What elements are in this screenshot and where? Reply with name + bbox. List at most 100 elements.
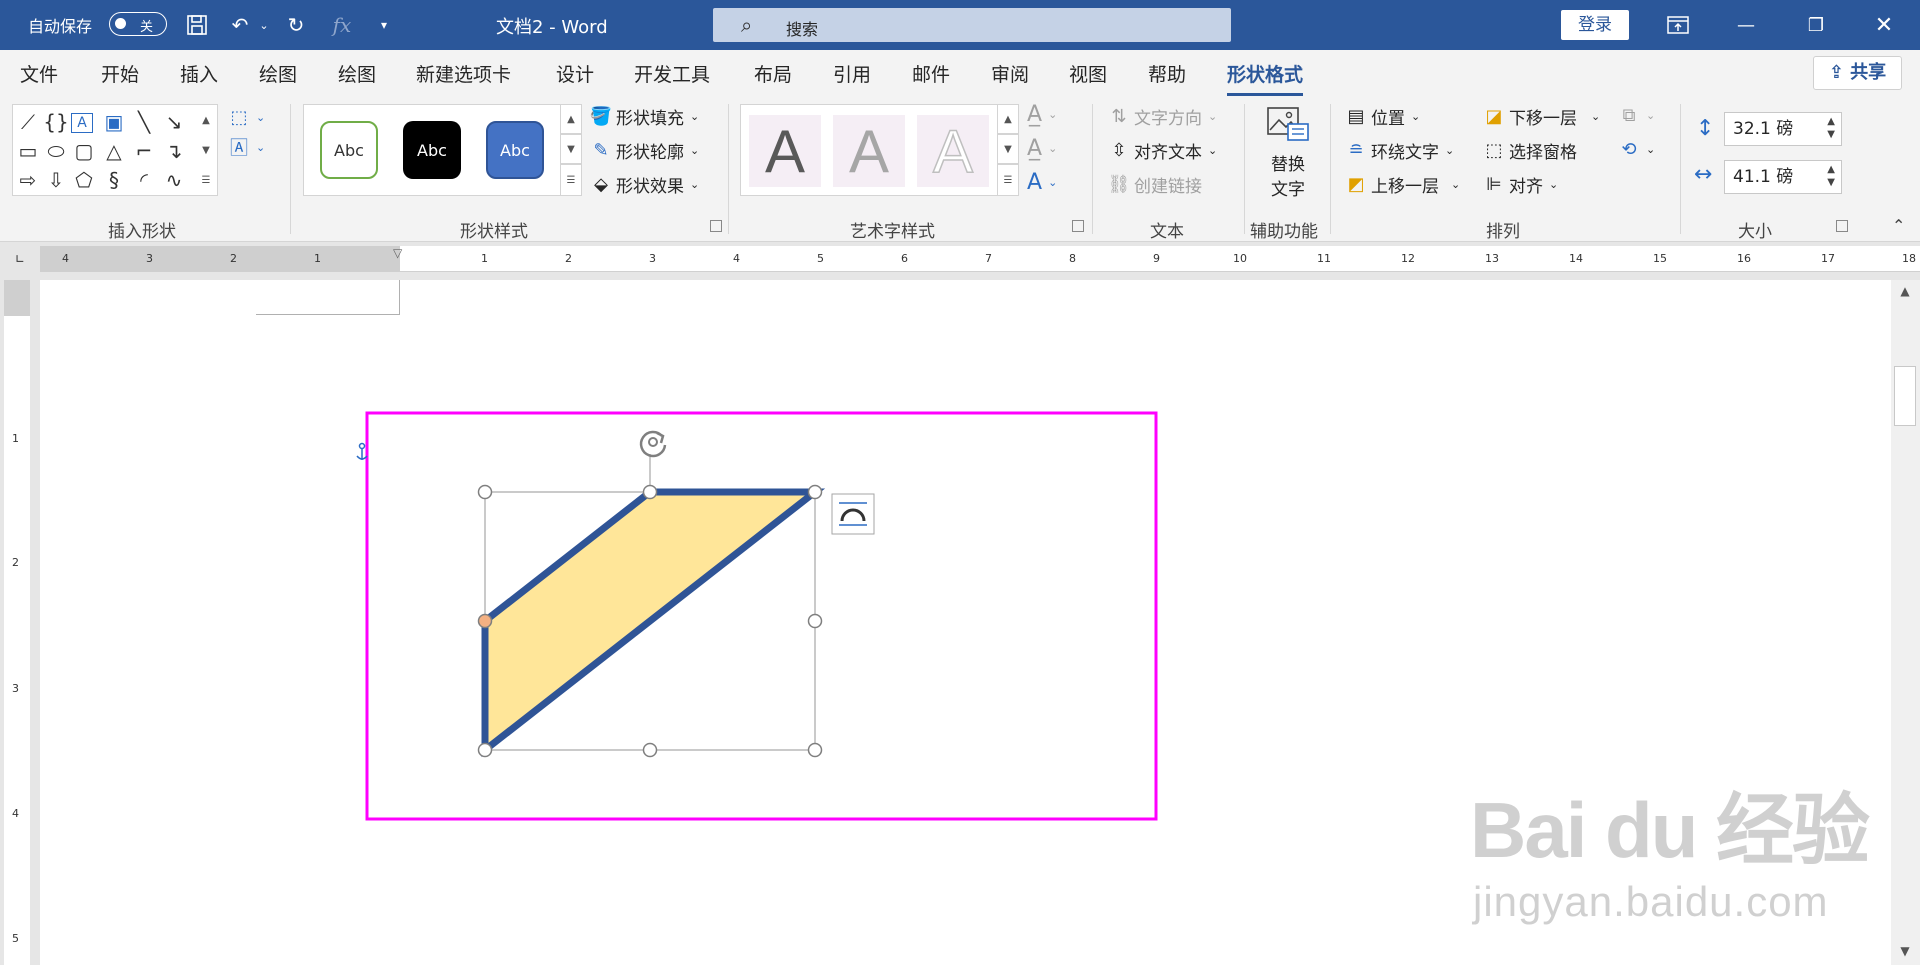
rounded-rect-icon[interactable]: ▢ xyxy=(71,138,97,164)
wordart-preset-2[interactable]: A xyxy=(833,115,905,187)
wordart-more-icon[interactable]: ☰ xyxy=(997,164,1019,196)
align-text-button[interactable]: ⇳ 对齐文本 ⌄ xyxy=(1108,138,1217,163)
style-preset-black[interactable]: Abc xyxy=(403,121,461,179)
style-gallery-up-icon[interactable]: ▲ xyxy=(560,104,582,134)
arc-shape-icon[interactable]: ◜ xyxy=(131,167,157,193)
ruler-number: 2 xyxy=(230,252,237,265)
horizontal-ruler[interactable]: 4 3 2 1 ▽ 1 2 3 4 5 6 7 8 9 10 11 12 13 … xyxy=(40,246,1920,272)
down-arrow-shape-icon[interactable]: ⇩ xyxy=(43,167,69,193)
shape-effects-button[interactable]: ⬙ 形状效果 ⌄ xyxy=(590,172,699,197)
shape-fill-button[interactable]: 🪣 形状填充 ⌄ xyxy=(590,104,699,129)
tab-new[interactable]: 新建选项卡 xyxy=(416,60,511,87)
customize-qat-icon[interactable]: ▾ xyxy=(370,11,398,39)
create-link-button[interactable]: ⛓ 创建链接 xyxy=(1108,172,1202,197)
tab-view[interactable]: 视图 xyxy=(1069,60,1107,87)
shapes-gallery[interactable]: ⟋ {} A ▣ ╲ ↘ ▭ ⬭ ▢ △ ⌐ ↴ ⇨ ⇩ ⬠ § ◜ ∿ ▲ ▼… xyxy=(12,104,218,196)
freeform-shape-icon[interactable]: ⬠ xyxy=(71,167,97,193)
collapse-ribbon-icon[interactable]: ⌃ xyxy=(1892,216,1905,235)
wordart-down-icon[interactable]: ▼ xyxy=(997,134,1019,164)
text-fill-button[interactable]: A̲ ⌄ xyxy=(1027,102,1057,127)
textbox-shape-icon[interactable]: A xyxy=(71,113,93,133)
tab-help[interactable]: 帮助 xyxy=(1148,60,1186,87)
autosave-toggle[interactable]: 关 xyxy=(109,12,167,36)
rotate-button[interactable]: ⟲ ⌄ xyxy=(1618,138,1655,160)
tab-design[interactable]: 设计 xyxy=(556,60,594,87)
style-gallery-more-icon[interactable]: ☰ xyxy=(560,164,582,196)
minimize-icon[interactable]: — xyxy=(1716,0,1776,50)
tab-developer[interactable]: 开发工具 xyxy=(634,60,710,87)
text-effects-button[interactable]: A ⌄ xyxy=(1027,170,1057,195)
wordart-preset-1[interactable]: A xyxy=(749,115,821,187)
draw-textbox-button[interactable]: 🄰 ⌄ xyxy=(228,136,265,159)
share-button[interactable]: ⇪ 共享 xyxy=(1813,56,1902,90)
height-spinner-icon[interactable]: ▲ ▼ xyxy=(1827,115,1835,141)
shape-width-input[interactable]: 41.1 磅 ▲ ▼ xyxy=(1724,160,1842,194)
scroll-down-icon[interactable]: ▼ xyxy=(1895,944,1915,958)
bring-forward-button[interactable]: ◩ 上移一层 ⌄ xyxy=(1345,172,1460,197)
width-spinner-icon[interactable]: ▲ ▼ xyxy=(1827,163,1835,189)
gallery-more-icon[interactable]: ☰ xyxy=(195,167,217,193)
gallery-up-icon[interactable]: ▲ xyxy=(195,107,217,133)
vertical-scrollbar[interactable]: ▲ ▼ xyxy=(1891,280,1920,965)
redo-icon[interactable]: ↻ xyxy=(282,11,310,39)
signin-button[interactable]: 登录 xyxy=(1561,10,1629,40)
alt-text-button[interactable]: 替换 文字 xyxy=(1262,104,1314,208)
ribbon-display-icon[interactable] xyxy=(1648,0,1708,50)
tab-mailings[interactable]: 邮件 xyxy=(912,60,950,87)
save-icon[interactable] xyxy=(183,11,211,39)
tab-home[interactable]: 开始 xyxy=(101,60,139,87)
shape-outline-button[interactable]: ✎ 形状轮廓 ⌄ xyxy=(590,138,699,163)
shape-style-gallery[interactable]: Abc Abc Abc xyxy=(303,104,561,196)
size-launcher-icon[interactable] xyxy=(1836,220,1848,232)
scroll-thumb[interactable] xyxy=(1894,366,1916,426)
send-backward-button[interactable]: ◪ 下移一层 ⌄ xyxy=(1483,104,1600,129)
tab-file[interactable]: 文件 xyxy=(20,60,58,87)
wordart-gallery[interactable]: A A A xyxy=(740,104,1018,196)
tab-shape-format[interactable]: 形状格式 xyxy=(1227,60,1304,96)
line-shape-icon[interactable]: ⟋ xyxy=(15,109,41,135)
elbow-connector-icon[interactable]: ⌐ xyxy=(131,138,157,164)
oval-shape-icon[interactable]: ⬭ xyxy=(43,138,69,164)
straight-line-icon[interactable]: ╲ xyxy=(131,109,157,135)
tab-insert[interactable]: 插入 xyxy=(180,60,218,87)
scribble-shape-icon[interactable]: § xyxy=(101,167,127,193)
position-button[interactable]: ▤ 位置 ⌄ xyxy=(1345,104,1420,129)
group-objects-button[interactable]: ⧉ ⌄ xyxy=(1618,104,1656,126)
align-button[interactable]: ⊫ 对齐 ⌄ xyxy=(1483,172,1558,197)
undo-dropdown-icon[interactable]: ⌄ xyxy=(250,11,278,39)
style-gallery-down-icon[interactable]: ▼ xyxy=(560,134,582,164)
triangle-shape-icon[interactable]: △ xyxy=(101,138,127,164)
shape-styles-launcher-icon[interactable] xyxy=(710,220,722,232)
tab-selector-icon[interactable]: ∟ xyxy=(0,246,40,272)
shape-height-input[interactable]: 32.1 磅 ▲ ▼ xyxy=(1724,112,1842,146)
wordart-up-icon[interactable]: ▲ xyxy=(997,104,1019,134)
rectangle-shape-icon[interactable]: ▭ xyxy=(15,138,41,164)
close-icon[interactable]: ✕ xyxy=(1854,0,1914,50)
tab-draw-2[interactable]: 绘图 xyxy=(338,60,376,87)
vertical-textbox-icon[interactable]: ▣ xyxy=(101,109,127,135)
text-outline-button[interactable]: A̲ ⌄ xyxy=(1027,136,1057,161)
tab-references[interactable]: 引用 xyxy=(833,60,871,87)
wordart-launcher-icon[interactable] xyxy=(1072,220,1084,232)
elbow-arrow-icon[interactable]: ↴ xyxy=(161,138,187,164)
edit-shape-button[interactable]: ⬚ ⌄ xyxy=(228,106,265,128)
tab-layout[interactable]: 布局 xyxy=(754,60,792,87)
arrow-line-icon[interactable]: ↘ xyxy=(161,109,187,135)
restore-icon[interactable]: ❐ xyxy=(1786,0,1846,50)
wrap-text-button[interactable]: ≘ 环绕文字 ⌄ xyxy=(1345,138,1454,163)
selection-pane-button[interactable]: ⬚ 选择窗格 xyxy=(1483,138,1577,163)
curve-shape-icon[interactable]: ∿ xyxy=(161,167,187,193)
search-box[interactable]: ⌕ 搜索 xyxy=(713,8,1231,42)
scroll-up-icon[interactable]: ▲ xyxy=(1895,284,1915,298)
style-preset-blue[interactable]: Abc xyxy=(486,121,544,179)
tab-draw[interactable]: 绘图 xyxy=(259,60,297,87)
tab-review[interactable]: 审阅 xyxy=(991,60,1029,87)
wordart-preset-3[interactable]: A xyxy=(917,115,989,187)
vertical-ruler[interactable]: 1 2 3 4 5 xyxy=(4,280,30,965)
style-preset-outline[interactable]: Abc xyxy=(320,121,378,179)
gallery-down-icon[interactable]: ▼ xyxy=(195,137,217,163)
right-arrow-shape-icon[interactable]: ⇨ xyxy=(15,167,41,193)
text-direction-button[interactable]: ⇅ 文字方向 ⌄ xyxy=(1108,104,1217,129)
indent-marker-icon[interactable]: ▽ xyxy=(393,246,402,260)
braces-shape-icon[interactable]: {} xyxy=(43,109,69,135)
